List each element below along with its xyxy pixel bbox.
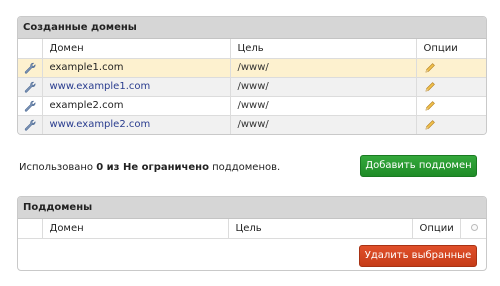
- domain-row[interactable]: www.example2.com/www/: [18, 115, 486, 134]
- pencil-icon[interactable]: [416, 58, 486, 78]
- domain-target: /www/: [230, 58, 417, 78]
- domain-target: /www/: [230, 96, 417, 116]
- usage-suffix: поддоменов.: [212, 162, 281, 173]
- domain-target: /www/: [230, 115, 417, 134]
- usage-text: Использовано 0 из Не ограничено поддомен…: [19, 162, 280, 173]
- usage-count: 0 из Не ограничено: [96, 162, 209, 173]
- domain-target: /www/: [230, 77, 417, 97]
- icon-column-header: [18, 219, 43, 239]
- select-all-cell: [460, 219, 486, 239]
- domain-name: example2.com: [42, 96, 231, 116]
- pencil-icon[interactable]: [416, 96, 486, 116]
- pencil-icon[interactable]: [416, 115, 486, 134]
- column-header-domain: Домен: [42, 219, 229, 239]
- subdomains-table: Домен Цель Опции: [18, 219, 486, 239]
- select-all-checkbox-icon[interactable]: [470, 224, 478, 232]
- column-header-options: Опции: [416, 39, 486, 59]
- column-header-target: Цель: [230, 39, 417, 59]
- usage-prefix: Использовано: [19, 162, 94, 173]
- domain-row[interactable]: example1.com/www/: [18, 58, 486, 78]
- domains-panel-title: Созданные домены: [18, 17, 486, 39]
- pencil-icon[interactable]: [416, 77, 486, 97]
- domain-name: example1.com: [42, 58, 231, 78]
- column-header-domain: Домен: [42, 39, 231, 59]
- domain-name[interactable]: www.example1.com: [42, 77, 231, 97]
- domains-table-header: Домен Цель Опции: [18, 39, 486, 59]
- domains-panel: Созданные домены Домен Цель Опции exampl…: [17, 16, 487, 135]
- domain-row[interactable]: www.example1.com/www/: [18, 77, 486, 97]
- icon-column-header: [18, 39, 43, 59]
- wrench-icon[interactable]: [18, 115, 43, 134]
- wrench-icon[interactable]: [18, 96, 43, 116]
- domain-row[interactable]: example2.com/www/: [18, 96, 486, 116]
- wrench-icon[interactable]: [18, 58, 43, 78]
- column-header-options: Опции: [412, 219, 461, 239]
- domains-table: Домен Цель Опции example1.com/www/www.ex…: [18, 39, 486, 134]
- column-header-target: Цель: [228, 219, 413, 239]
- domain-name[interactable]: www.example2.com: [42, 115, 231, 134]
- subdomains-table-header: Домен Цель Опции: [18, 219, 486, 239]
- subdomains-panel-title: Поддомены: [18, 197, 486, 219]
- delete-selected-button[interactable]: Удалить выбранные: [359, 245, 477, 267]
- add-subdomain-button[interactable]: Добавить поддомен: [360, 155, 477, 177]
- wrench-icon[interactable]: [18, 77, 43, 97]
